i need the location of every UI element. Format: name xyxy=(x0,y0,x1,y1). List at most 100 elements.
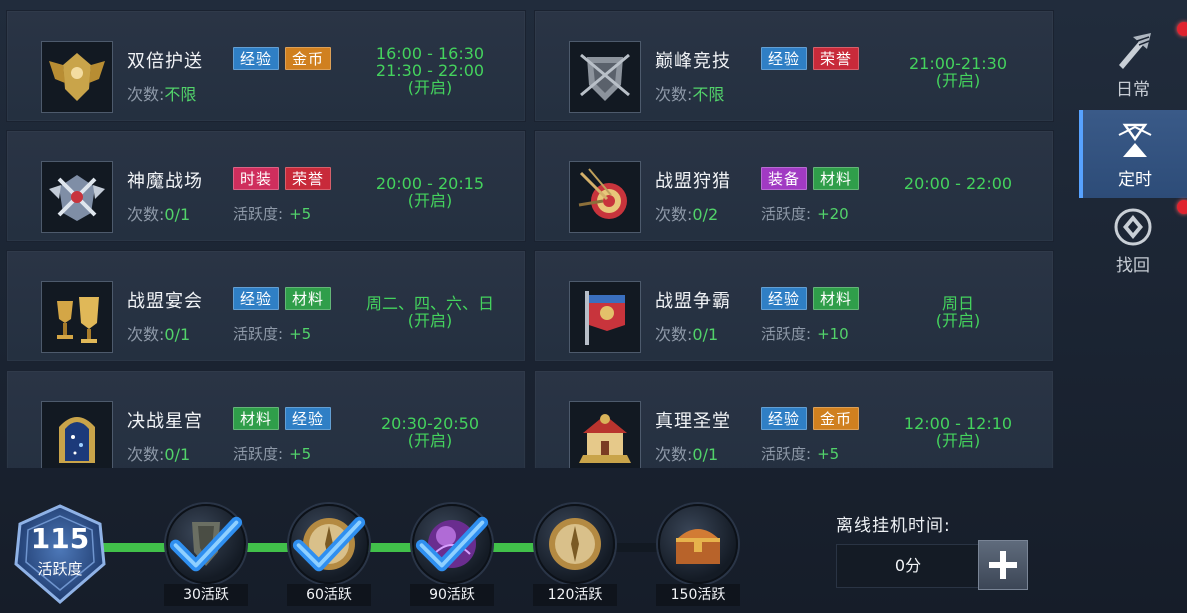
activity-card[interactable]: 双倍护送 经验 金币 次数:不限 16:00 - 16:30 21:30 - 22:00(… xyxy=(6,10,526,122)
check-icon xyxy=(415,516,489,572)
activity-thumbnail xyxy=(41,161,113,233)
check-icon xyxy=(292,516,366,572)
tab-timed-label: 定时 xyxy=(1118,169,1152,190)
reward-tag: 荣誉 xyxy=(285,167,332,190)
tab-daily-dot xyxy=(1177,22,1187,36)
recover-diamond-icon xyxy=(1114,208,1152,245)
schedule-status: (开启) xyxy=(407,431,453,450)
activity-card[interactable]: 决战星宫 材料 经验 次数:0/1 活跃度: +5 20:30-20:50 (开启) xyxy=(6,370,526,468)
activity-points-reward-value: +10 xyxy=(817,325,849,343)
tab-daily[interactable]: 日常 xyxy=(1079,20,1187,108)
schedule-time: 16:00 - 16:30 21:30 - 22:00 (开启) xyxy=(345,45,515,96)
activity-card[interactable]: 战盟争霸 经验 材料 次数:0/1 活跃度: +10 周日 (开启) xyxy=(534,250,1054,362)
activity-card[interactable]: 神魔战场 时装 荣誉 次数:0/1 活跃度: +5 20:00 - 20:15 (开启) xyxy=(6,130,526,242)
activity-thumbnail xyxy=(41,281,113,353)
milestone-reward-circle xyxy=(535,504,615,584)
activity-points-reward-label: 活跃度: xyxy=(233,445,284,463)
attempt-count: 次数:0/1 xyxy=(127,201,190,225)
reward-tag: 经验 xyxy=(761,47,808,70)
activity-thumbnail xyxy=(569,401,641,468)
schedule-time: 21:00-21:30 (开启) xyxy=(873,55,1043,89)
attempt-count-value: 0/1 xyxy=(164,205,191,224)
activity-points-reward: 活跃度: +5 xyxy=(233,443,311,464)
attempt-count: 次数:0/2 xyxy=(655,201,718,225)
milestone-reward-circle xyxy=(166,504,246,584)
milestone-reward[interactable]: 120活跃 xyxy=(533,504,617,606)
activity-points-reward-label: 活跃度: xyxy=(761,205,812,223)
activity-card[interactable]: 真理圣堂 经验 金币次数:0/1 活跃度: +5 12:00 - 12:10 (开启) xyxy=(534,370,1054,468)
activity-name: 决战星宫 xyxy=(127,411,203,432)
milestone-reward[interactable]: 150活跃 xyxy=(656,504,740,606)
schedule-time-line: 21:00-21:30 xyxy=(909,54,1007,73)
activity-card[interactable]: 巅峰竞技 经验 荣誉 次数:不限 21:00-21:30 (开启) xyxy=(534,10,1054,122)
attempt-count-label: 次数: xyxy=(655,445,693,464)
attempt-count: 次数:0/1 xyxy=(655,441,718,465)
activity-points-reward-value: +5 xyxy=(289,325,312,343)
attempt-count-value: 不限 xyxy=(692,85,725,104)
reward-tag: 材料 xyxy=(813,287,860,310)
reward-tag: 金币 xyxy=(285,47,332,70)
activity-name: 神魔战场 xyxy=(127,171,203,192)
schedule-time-line: 16:00 - 16:30 xyxy=(375,44,485,63)
activity-list[interactable]: 双倍护送 经验 金币 次数:不限 16:00 - 16:30 21:30 - 22:00(… xyxy=(6,10,1056,468)
attempt-count-label: 次数: xyxy=(127,445,165,464)
attempt-count-value: 0/1 xyxy=(164,325,191,344)
milestone-label: 60活跃 xyxy=(287,584,371,606)
offline-time-label: 离线挂机时间: xyxy=(836,516,951,536)
activity-points-reward: 活跃度: +5 xyxy=(233,323,311,344)
reward-tag: 时装 xyxy=(233,167,280,190)
activity-name: 巅峰竞技 xyxy=(655,51,731,72)
reward-tag: 经验 xyxy=(761,287,808,310)
activity-points-badge: 115 活跃度 xyxy=(8,502,112,606)
schedule-status: (开启) xyxy=(407,311,453,330)
reward-tags: 经验 金币 xyxy=(761,407,860,430)
activity-points-reward: 活跃度: +10 xyxy=(761,323,849,344)
activity-card[interactable]: 战盟宴会 经验 材料 次数:0/1 活跃度: +5 周二、四、六、日 (开启) xyxy=(6,250,526,362)
milestone-label: 30活跃 xyxy=(164,584,248,606)
activity-points-reward: 活跃度: +5 xyxy=(761,443,839,464)
activity-name: 真理圣堂 xyxy=(655,411,731,432)
schedule-time: 20:00 - 22:00 xyxy=(873,175,1043,192)
treasure-chest-icon xyxy=(676,529,720,564)
milestone-reward[interactable]: 60活跃 xyxy=(287,504,371,606)
activity-thumbnail xyxy=(569,41,641,113)
armor-shield-icon xyxy=(580,53,630,101)
attempt-count-label: 次数: xyxy=(127,205,165,224)
milestone-reward-circle xyxy=(658,504,738,584)
milestone-label: 90活跃 xyxy=(410,584,494,606)
reward-tags: 时装 荣誉 xyxy=(233,167,332,190)
activity-progress: 115 活跃度 30活跃 60活跃 90活跃 120活跃 150活跃 离线挂机时间: 0… xyxy=(0,470,1187,613)
reward-tag: 材料 xyxy=(285,287,332,310)
schedule-time: 20:30-20:50 (开启) xyxy=(345,415,515,449)
activity-points-label: 活跃度 xyxy=(37,560,83,578)
activity-points-reward-value: +20 xyxy=(817,205,849,223)
milestone-reward[interactable]: 90活跃 xyxy=(410,504,494,606)
temple-icon xyxy=(579,414,631,463)
activity-points-reward-label: 活跃度: xyxy=(233,325,284,343)
reward-tags: 经验 材料 xyxy=(233,287,332,310)
reward-tag: 荣誉 xyxy=(813,47,860,70)
schedule-status: (开启) xyxy=(407,78,453,97)
screen: 双倍护送 经验 金币 次数:不限 16:00 - 16:30 21:30 - 22:00(… xyxy=(0,0,1187,613)
attempt-count-value: 不限 xyxy=(164,85,197,104)
winged-shield-emblem-icon xyxy=(49,53,105,101)
target-arrows-icon xyxy=(578,168,627,219)
golden-goblets-icon xyxy=(57,297,99,343)
tab-timed[interactable]: 定时 xyxy=(1079,110,1187,198)
tab-recover[interactable]: 找回 xyxy=(1079,196,1187,284)
plus-icon xyxy=(989,551,1017,579)
activity-points-reward: 活跃度: +20 xyxy=(761,203,849,224)
reward-tag: 经验 xyxy=(285,407,332,430)
activity-points-reward-label: 活跃度: xyxy=(233,205,284,223)
add-offline-time-button[interactable] xyxy=(978,540,1028,590)
schedule-time: 12:00 - 12:10 (开启) xyxy=(873,415,1043,449)
star-gate-icon xyxy=(59,417,95,463)
milestone-reward-circle xyxy=(289,504,369,584)
war-banner-icon xyxy=(585,291,625,345)
activity-card[interactable]: 战盟狩猎 装备 材料 次数:0/2 活跃度: +20 20:00 - 22:00 xyxy=(534,130,1054,242)
activity-points-reward-value: +5 xyxy=(289,445,312,463)
milestone-reward[interactable]: 30活跃 xyxy=(164,504,248,606)
schedule-time: 周二、四、六、日 (开启) xyxy=(345,295,515,329)
activity-points-reward-value: +5 xyxy=(289,205,312,223)
schedule-time-line: 21:30 - 22:00 xyxy=(375,61,485,80)
